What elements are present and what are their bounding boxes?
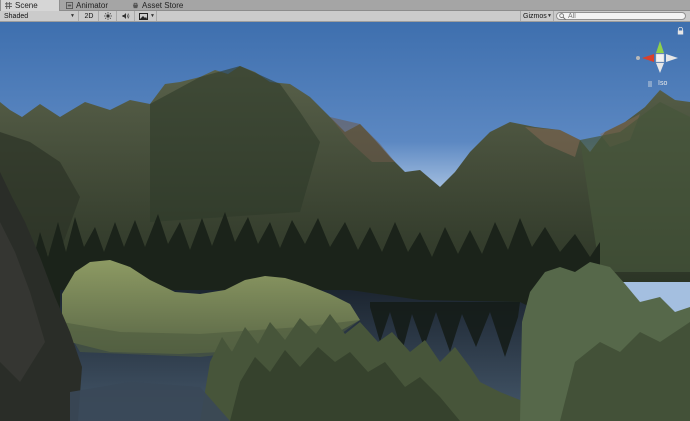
image-effects-icon: [139, 12, 148, 20]
chevron-down-icon: ▼: [547, 13, 552, 19]
tab-scene-label: Scene: [15, 1, 38, 10]
chevron-down-icon: ▼: [150, 13, 155, 19]
tab-asset-store[interactable]: Asset Store: [128, 0, 210, 10]
gizmos-label: Gizmos: [523, 12, 547, 20]
gizmo-x-axis[interactable]: [642, 54, 654, 62]
tab-scene[interactable]: Scene: [0, 0, 60, 11]
search-icon: [559, 12, 566, 20]
scene-lighting-toggle[interactable]: [100, 11, 117, 21]
shading-mode-dropdown[interactable]: Shaded ▼: [0, 11, 79, 21]
speaker-icon: [122, 13, 130, 19]
scene-audio-toggle[interactable]: [118, 11, 135, 21]
editor-tab-bar: Scene Animator Asset Store: [0, 0, 690, 11]
gizmo-neg-x-axis[interactable]: [666, 54, 678, 62]
2d-label: 2D: [84, 12, 94, 20]
tab-animator-label: Animator: [76, 0, 109, 10]
scene-viewport[interactable]: [0, 22, 690, 421]
scene-search-field[interactable]: [556, 12, 686, 20]
search-input[interactable]: [566, 12, 678, 20]
shading-mode-label: Shaded: [4, 12, 29, 20]
animator-icon: [66, 1, 73, 9]
projection-label: Iso: [658, 80, 668, 87]
gizmo-center-cube[interactable]: [655, 53, 665, 63]
gizmo-neg-y-axis[interactable]: [656, 63, 664, 73]
sun-icon: [104, 12, 112, 20]
gizmos-dropdown[interactable]: Gizmos ▼: [520, 11, 554, 21]
gizmo-y-axis[interactable]: [656, 41, 664, 53]
iso-lines-icon: [648, 81, 652, 86]
scene-toolbar: Shaded ▼ 2D ▼ Gizmos ▼: [0, 11, 690, 22]
projection-toggle[interactable]: Iso: [648, 80, 667, 87]
terrain-scene-render: [0, 22, 690, 421]
asset-store-icon: [132, 2, 139, 8]
scene-effects-dropdown[interactable]: ▼: [136, 11, 157, 21]
scene-grid-icon: [5, 2, 12, 9]
tab-animator[interactable]: Animator: [62, 0, 130, 10]
tab-asset-store-label: Asset Store: [142, 0, 184, 10]
chevron-down-icon: ▼: [70, 13, 75, 19]
2d-toggle-button[interactable]: 2D: [80, 11, 99, 21]
